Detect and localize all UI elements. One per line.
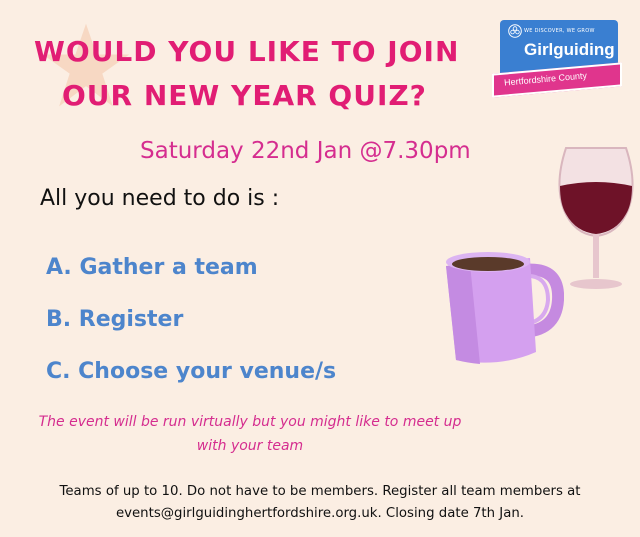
headline: Would you like to join our New Year quiz… (34, 30, 459, 118)
logo-name: Girlguiding (524, 40, 615, 59)
headline-line-2: our New Year quiz? (62, 79, 427, 112)
step-item: B. Register (46, 307, 184, 332)
girlguiding-logo: WE DISCOVER, WE GROW Girlguiding Hertfor… (490, 16, 622, 102)
event-date: Saturday 22nd Jan @7.30pm (140, 138, 471, 164)
step-item: A. Gather a team (46, 255, 258, 280)
footer-text: Teams of up to 10. Do not have to be mem… (0, 481, 640, 525)
footer-line-1: Teams of up to 10. Do not have to be mem… (59, 484, 581, 499)
wine-glass-icon (558, 147, 634, 289)
logo-tagline: WE DISCOVER, WE GROW (524, 28, 595, 34)
headline-line-1: Would you like to join (34, 35, 460, 68)
steps-list: A. Gather a team B. Register C. Choose y… (46, 248, 336, 404)
step-item: C. Choose your venue/s (46, 359, 337, 384)
footer-line-2: events@girlguidinghertfordshire.org.uk. … (115, 506, 525, 521)
trefoil-icon (508, 24, 522, 38)
virtual-event-note: The event will be run virtually but you … (38, 414, 462, 454)
coffee-mug-icon (446, 252, 564, 364)
intro-text: All you need to do is : (40, 186, 280, 211)
